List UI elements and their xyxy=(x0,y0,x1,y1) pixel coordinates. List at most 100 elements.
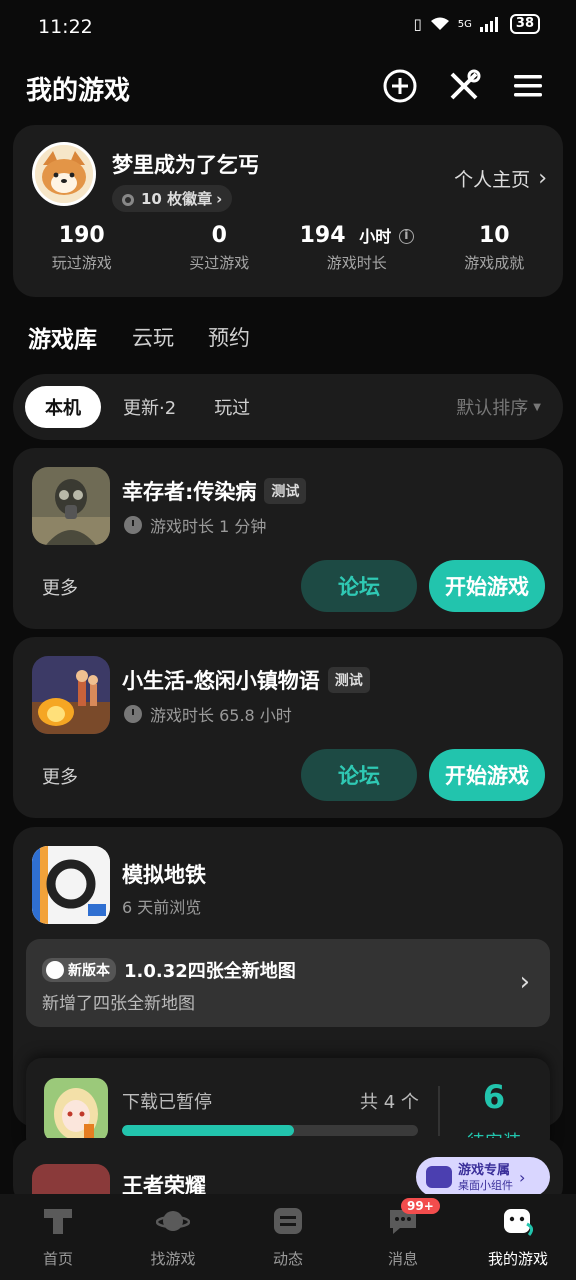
pending-count[interactable]: 6 xyxy=(446,1078,542,1116)
stat-value: 10 xyxy=(478,223,510,248)
widget-subtitle: 桌面小组件 xyxy=(458,1178,513,1192)
gamepad-icon xyxy=(504,1209,534,1236)
shiba-avatar-icon xyxy=(35,145,93,203)
filter-bar: 本机 更新·2 玩过 默认排序 ▼ xyxy=(13,374,563,440)
update-banner[interactable]: 新版本 1.0.32四张全新地图 新增了四张全新地图 › xyxy=(26,939,550,1027)
timer-icon xyxy=(124,705,142,723)
planet-icon xyxy=(155,1211,191,1231)
stat-bought[interactable]: 0 买过游戏 xyxy=(151,223,289,273)
more-button[interactable]: 更多 xyxy=(42,574,78,600)
tools-icon[interactable] xyxy=(446,68,482,104)
download-progress-fill xyxy=(122,1125,294,1136)
homepage-label: 个人主页 xyxy=(454,169,531,191)
home-t-icon xyxy=(44,1209,72,1234)
start-game-button[interactable]: 开始游戏 xyxy=(429,560,545,612)
widget-title: 游戏专属 xyxy=(458,1162,511,1178)
tab-cloud-play[interactable]: 云玩 xyxy=(132,322,174,352)
tab-reservation[interactable]: 预约 xyxy=(208,322,250,352)
nav-my-games[interactable]: 我的游戏 xyxy=(468,1204,568,1269)
stat-value: 0 xyxy=(211,223,227,248)
download-game-icon xyxy=(44,1078,108,1142)
download-status: 下载已暂停 xyxy=(122,1092,212,1113)
stat-value-row: 194 小时 i xyxy=(288,223,426,248)
beta-tag: 测试 xyxy=(327,667,370,693)
nav-messages[interactable]: 消息 99+ xyxy=(353,1198,453,1269)
avatar[interactable] xyxy=(32,142,96,206)
chevron-right-icon: › xyxy=(519,1167,526,1187)
status-icons: ▯ 5G 38 xyxy=(414,14,540,34)
game-icon[interactable] xyxy=(32,846,110,924)
chevron-right-icon: › xyxy=(519,967,530,997)
menu-icon[interactable] xyxy=(510,68,546,104)
battery-indicator: 38 xyxy=(509,14,540,34)
sort-dropdown[interactable]: 默认排序 ▼ xyxy=(456,394,541,420)
medal-icon xyxy=(122,193,134,206)
nav-home[interactable]: 首页 xyxy=(8,1204,108,1269)
gasmask-soldier-icon xyxy=(32,467,110,545)
profile-name: 梦里成为了乞丐 xyxy=(112,153,259,177)
new-version-badge: 新版本 xyxy=(42,958,116,982)
profile-card: 梦里成为了乞丐 10 枚徽章 › 个人主页 › 190 玩过游戏 0 买过游戏 … xyxy=(13,125,563,297)
stat-value: 194 xyxy=(299,223,346,248)
forum-button[interactable]: 论坛 xyxy=(301,749,417,801)
start-game-button[interactable]: 开始游戏 xyxy=(429,749,545,801)
stat-label: 买过游戏 xyxy=(189,254,250,272)
last-viewed: 6 天前浏览 xyxy=(122,898,202,917)
playtime-text: 游戏时长 65.8 小时 xyxy=(150,706,292,725)
version-icon xyxy=(46,961,64,979)
game-title-row: 幸存者:传染病 测试 xyxy=(122,476,307,506)
stat-label: 玩过游戏 xyxy=(51,254,112,272)
wifi-icon xyxy=(430,17,449,30)
game-name: 模拟地铁 xyxy=(122,863,206,887)
game-title-row: 小生活-悠闲小镇物语 测试 xyxy=(122,665,370,695)
homepage-link[interactable]: 个人主页 › xyxy=(454,165,547,192)
info-icon: i xyxy=(398,228,414,244)
campfire-scene-icon xyxy=(32,656,110,734)
update-description: 新增了四张全新地图 xyxy=(42,994,195,1014)
stat-label: 游戏时长 xyxy=(326,254,387,272)
caret-down-icon: ▼ xyxy=(533,401,541,413)
game-card[interactable]: 小生活-悠闲小镇物语 测试 游戏时长 65.8 小时 更多 论坛 开始游戏 xyxy=(13,637,563,818)
game-card[interactable]: 幸存者:传染病 测试 游戏时长 1 分钟 更多 论坛 开始游戏 xyxy=(13,448,563,629)
filter-local[interactable]: 本机 xyxy=(25,386,101,428)
game-name: 幸存者:传染病 xyxy=(122,480,257,504)
chevron-right-icon: › xyxy=(216,189,223,208)
new-version-label: 新版本 xyxy=(68,963,110,979)
nav-label: 找游戏 xyxy=(150,1250,196,1268)
divider xyxy=(438,1086,440,1136)
nav-label: 我的游戏 xyxy=(487,1250,548,1268)
feed-icon xyxy=(274,1208,302,1234)
download-progress-bar xyxy=(122,1125,418,1136)
nav-feed[interactable]: 动态 xyxy=(238,1204,338,1269)
nav-label: 消息 xyxy=(387,1250,418,1268)
stat-achievements[interactable]: 10 游戏成就 xyxy=(426,223,564,273)
badges-chip[interactable]: 10 枚徽章 › xyxy=(112,185,233,212)
filter-updates[interactable]: 更新·2 xyxy=(123,394,176,420)
beta-tag: 测试 xyxy=(264,478,307,504)
stat-label: 游戏成就 xyxy=(464,254,525,272)
page-title: 我的游戏 xyxy=(26,76,131,106)
signal-label: 5G xyxy=(457,18,472,30)
add-circle-icon[interactable] xyxy=(382,68,418,104)
nav-label: 首页 xyxy=(42,1250,73,1268)
widget-promo[interactable]: 游戏专属 桌面小组件 › xyxy=(416,1157,550,1197)
status-time: 11:22 xyxy=(38,16,93,38)
game-icon[interactable] xyxy=(32,467,110,545)
tab-game-library[interactable]: 游戏库 xyxy=(26,320,576,354)
stat-value: 190 xyxy=(58,223,105,248)
anime-girl-icon xyxy=(44,1078,108,1142)
nav-label: 动态 xyxy=(272,1250,303,1268)
download-total: 共 4 个 xyxy=(360,1092,419,1113)
stat-unit: 小时 xyxy=(359,227,392,246)
timer-icon xyxy=(124,516,142,534)
unread-badge: 99+ xyxy=(401,1198,440,1214)
filter-played[interactable]: 玩过 xyxy=(214,394,250,420)
stat-played[interactable]: 190 玩过游戏 xyxy=(13,223,151,273)
stat-playtime[interactable]: 194 小时 i 游戏时长 xyxy=(288,223,426,273)
sort-label: 默认排序 xyxy=(456,398,529,419)
forum-button[interactable]: 论坛 xyxy=(301,560,417,612)
more-button[interactable]: 更多 xyxy=(42,763,78,789)
nav-discover[interactable]: 找游戏 xyxy=(123,1204,223,1269)
game-icon[interactable] xyxy=(32,656,110,734)
bottom-nav: 首页 找游戏 动态 消息 99+ 我的游戏 xyxy=(0,1194,576,1280)
